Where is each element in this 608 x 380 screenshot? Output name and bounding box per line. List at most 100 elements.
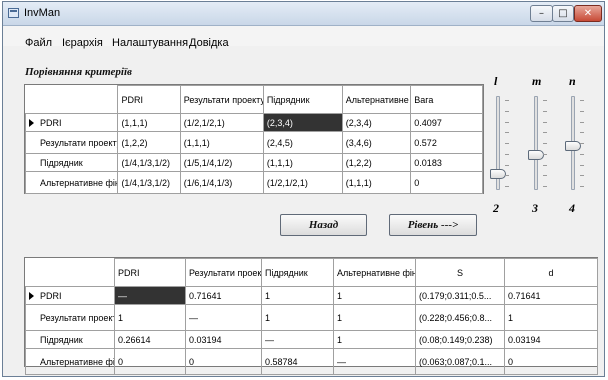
back-button[interactable]: Назад xyxy=(280,214,367,236)
row-header-project-results[interactable]: Результати проекту xyxy=(25,304,115,331)
grid2-corner xyxy=(25,258,115,287)
table-row[interactable]: PDRI — 0.71641 1 1 (0.179;0.311;0.5... 0… xyxy=(25,286,598,305)
slider-tick xyxy=(505,121,509,123)
grid-cell[interactable]: 0.03194 xyxy=(504,330,598,349)
title-bar[interactable]: InvMan – □ ✕ xyxy=(3,2,604,26)
close-button[interactable]: ✕ xyxy=(574,5,602,22)
grid-cell[interactable]: (1,2,2) xyxy=(341,153,412,172)
results-grid[interactable]: PDRI Результати проекту Підрядник Альтер… xyxy=(24,257,598,375)
grid-cell[interactable]: (0.08;0.149;0.238) xyxy=(415,330,505,349)
grid-cell[interactable]: 0 xyxy=(504,348,598,375)
slider-tick xyxy=(505,110,509,112)
grid-cell[interactable]: — xyxy=(261,330,334,349)
slider-tick xyxy=(580,153,584,155)
grid-cell[interactable]: (0.063;0.087;0.1... xyxy=(415,348,505,375)
row-header-contractor[interactable]: Підрядник xyxy=(25,330,115,349)
grid-cell[interactable]: 1 xyxy=(504,304,598,331)
table-row[interactable]: Альтернативне фінансування (1/4,1/3,1/2)… xyxy=(24,171,483,194)
slider-tick xyxy=(543,164,547,166)
grid-cell[interactable]: 0.0183 xyxy=(410,153,483,172)
table-row[interactable]: Підрядник (1/4,1/3,1/2) (1/5,1/4,1/2) (1… xyxy=(24,153,483,172)
grid-cell[interactable]: (1/5,1/4,1/2) xyxy=(179,153,264,172)
grid-cell[interactable]: (1/6,1/4,1/3) xyxy=(179,171,264,194)
row-header-pdri[interactable]: PDRI xyxy=(24,113,119,132)
slider-value-m: 3 xyxy=(532,201,538,215)
grid1-header-alternative-financing[interactable]: Альтернативне фінансування xyxy=(341,85,412,114)
table-row[interactable]: Підрядник 0.26614 0.03194 — 1 (0.08;0.14… xyxy=(25,330,598,349)
app-icon xyxy=(8,8,19,18)
slider-thumb[interactable] xyxy=(490,169,506,180)
grid1-header-contractor[interactable]: Підрядник xyxy=(262,85,343,114)
grid-cell[interactable]: 0.4097 xyxy=(410,113,483,132)
slider-label-m: m xyxy=(532,74,542,88)
menu-file[interactable]: Файл xyxy=(25,37,52,49)
grid-cell[interactable]: (0.179;0.311;0.5... xyxy=(415,286,505,305)
maximize-button[interactable]: □ xyxy=(552,5,574,22)
grid-cell[interactable]: 1 xyxy=(114,304,186,331)
grid-cell[interactable]: 1 xyxy=(333,330,416,349)
criteria-comparison-grid[interactable]: PDRI Результати проекту Підрядник Альтер… xyxy=(24,84,484,194)
slider-value-l: 2 xyxy=(493,201,499,215)
grid1-header-weight[interactable]: Вага xyxy=(410,85,483,114)
grid-cell[interactable]: 0 xyxy=(114,348,186,375)
grid-cell[interactable]: 0 xyxy=(185,348,262,375)
slider-thumb[interactable] xyxy=(565,140,581,151)
selected-grid-cell[interactable]: — xyxy=(114,286,186,305)
grid-cell[interactable]: (1,1,1) xyxy=(117,113,181,132)
slider-label-n: n xyxy=(569,74,576,88)
grid-cell[interactable]: (1/2,1/2,1) xyxy=(179,113,264,132)
slider-tick xyxy=(543,153,547,155)
grid2-header-alternative-financing[interactable]: Альтернативне фінансування xyxy=(333,258,416,287)
grid1-header-pdri[interactable]: PDRI xyxy=(117,85,181,114)
row-header-contractor[interactable]: Підрядник xyxy=(24,153,119,172)
grid-cell[interactable]: 0.03194 xyxy=(185,330,262,349)
grid2-header-contractor[interactable]: Підрядник xyxy=(261,258,334,287)
table-row[interactable]: Результати проекту (1,2,2) (1,1,1) (2,4,… xyxy=(24,131,483,154)
grid2-header-pdri[interactable]: PDRI xyxy=(114,258,186,287)
row-header-alternative-financing[interactable]: Альтернативне фінансування xyxy=(25,348,115,375)
grid2-header-d[interactable]: d xyxy=(504,258,598,287)
grid-cell[interactable]: (0.228;0.456;0.8... xyxy=(415,304,505,331)
menu-hierarchy[interactable]: Ієрархія xyxy=(62,37,103,49)
next-level-button[interactable]: Рівень ---> xyxy=(389,214,477,236)
slider-thumb[interactable] xyxy=(528,150,544,161)
grid-cell[interactable]: (1/4,1/3,1/2) xyxy=(117,171,181,194)
grid-cell[interactable]: (2,3,4) xyxy=(341,113,412,132)
grid-cell[interactable]: (3,4,6) xyxy=(341,131,412,154)
grid-cell[interactable]: 0.26614 xyxy=(114,330,186,349)
grid-cell[interactable]: 0.71641 xyxy=(504,286,598,305)
grid-cell[interactable]: (1/4,1/3,1/2) xyxy=(117,153,181,172)
table-row[interactable]: PDRI (1,1,1) (1/2,1/2,1) (2,3,4) (2,3,4)… xyxy=(24,113,483,132)
grid-cell[interactable]: (1/2,1/2,1) xyxy=(262,171,343,194)
grid-cell[interactable]: 1 xyxy=(333,304,416,331)
grid-cell[interactable]: (1,2,2) xyxy=(117,131,181,154)
grid-cell[interactable]: 0.58784 xyxy=(261,348,334,375)
grid-cell[interactable]: 0.572 xyxy=(410,131,483,154)
grid-cell[interactable]: — xyxy=(185,304,262,331)
menu-settings[interactable]: Налаштування xyxy=(112,37,188,49)
grid-cell[interactable]: (1,1,1) xyxy=(341,171,412,194)
slider-tick xyxy=(543,132,547,134)
table-row[interactable]: Альтернативне фінансування 0 0 0.58784 —… xyxy=(25,348,598,375)
grid1-corner xyxy=(25,85,119,114)
grid-cell[interactable]: 0.71641 xyxy=(185,286,262,305)
grid-cell[interactable]: 1 xyxy=(333,286,416,305)
grid-cell[interactable]: — xyxy=(333,348,416,375)
table-row[interactable]: Результати проекту 1 — 1 1 (0.228;0.456;… xyxy=(25,304,598,331)
grid-cell[interactable]: (1,1,1) xyxy=(262,153,343,172)
grid-cell[interactable]: 1 xyxy=(261,304,334,331)
slider-track[interactable] xyxy=(534,96,538,190)
selected-grid-cell[interactable]: (2,3,4) xyxy=(262,113,343,132)
row-header-pdri[interactable]: PDRI xyxy=(25,286,115,305)
grid-cell[interactable]: (1,1,1) xyxy=(179,131,264,154)
grid2-header-project-results[interactable]: Результати проекту xyxy=(185,258,262,287)
row-header-alternative-financing[interactable]: Альтернативне фінансування xyxy=(24,171,119,194)
menu-help[interactable]: Довідка xyxy=(189,37,229,49)
grid-cell[interactable]: 1 xyxy=(261,286,334,305)
minimize-button[interactable]: – xyxy=(530,5,553,22)
grid-cell[interactable]: 0 xyxy=(410,171,483,194)
row-header-project-results[interactable]: Результати проекту xyxy=(24,131,119,154)
grid1-header-project-results[interactable]: Результати проекту xyxy=(179,85,264,114)
grid2-header-s[interactable]: S xyxy=(415,258,505,287)
grid-cell[interactable]: (2,4,5) xyxy=(262,131,343,154)
